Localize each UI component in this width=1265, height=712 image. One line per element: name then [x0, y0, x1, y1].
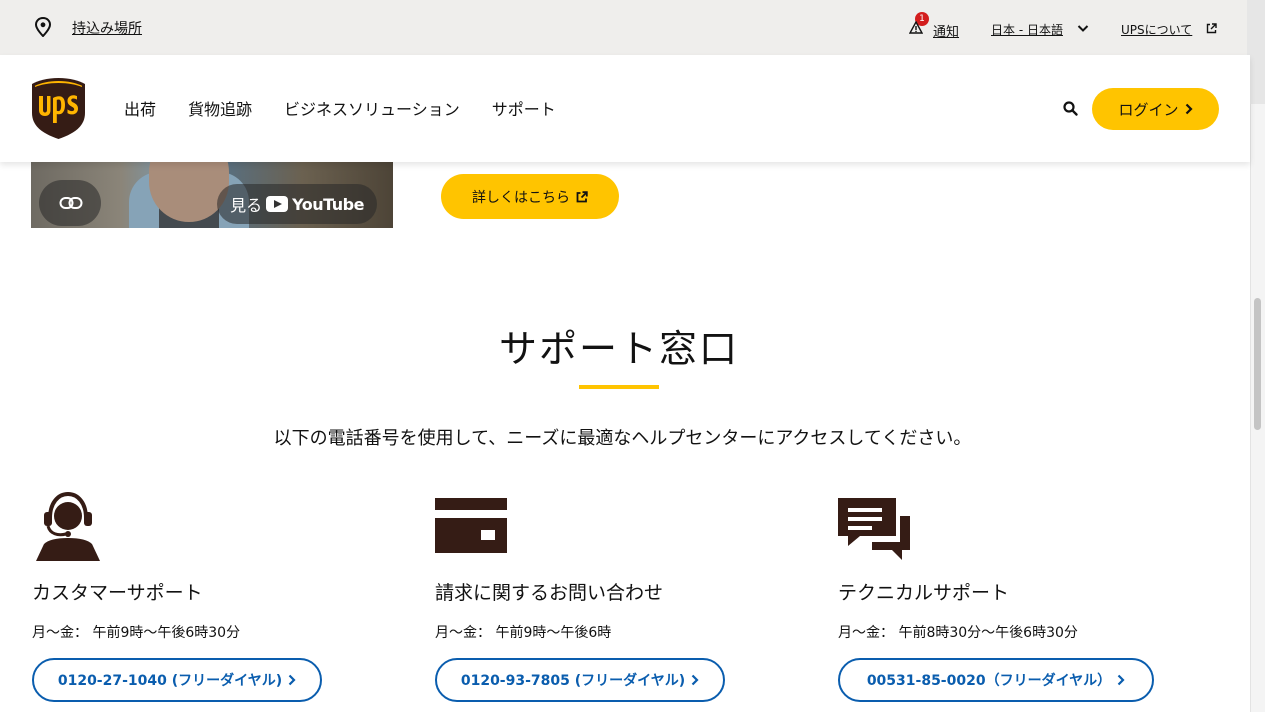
credit-card-icon: [435, 498, 507, 553]
headset-agent-icon: [36, 491, 100, 561]
card-title: テクニカルサポート: [838, 582, 1010, 604]
chevron-right-icon: [1117, 674, 1125, 686]
chat-bubbles-icon: [838, 498, 910, 560]
phone-number: 0120-27-1040 (フリーダイヤル): [57, 673, 283, 689]
copy-link-button[interactable]: [39, 180, 101, 226]
learn-more-button[interactable]: 詳しくはこちら: [441, 174, 619, 219]
nav-item-business-solutions[interactable]: ビジネスソリューション: [284, 96, 460, 120]
phone-button-customer[interactable]: 0120-27-1040 (フリーダイヤル): [32, 658, 322, 702]
card-hours: 月〜金： 午前9時〜午後6時: [435, 625, 612, 641]
card-title: 請求に関するお問い合わせ: [435, 582, 664, 604]
utility-bar: 持込み場所 1 通知 日本 - 日本語 UPSについて: [0, 0, 1250, 55]
support-card-customer: カスタマーサポート 月〜金： 午前9時〜午後6時30分 0120-27-1040…: [32, 488, 392, 712]
nav-item-shipping[interactable]: 出荷: [124, 96, 156, 120]
nav-item-tracking[interactable]: 貨物追跡: [188, 96, 252, 120]
drop-off-location-link[interactable]: 持込み場所: [72, 18, 142, 38]
link-icon: [59, 197, 83, 209]
video-thumbnail[interactable]: 見る YouTube: [31, 162, 393, 228]
phone-number: 0120-93-7805 (フリーダイヤル): [460, 673, 686, 689]
login-button-label: ログイン: [1118, 100, 1179, 119]
chevron-down-icon[interactable]: [1077, 24, 1089, 33]
ups-logo[interactable]: [31, 77, 86, 140]
support-card-technical: テクニカルサポート 月〜金： 午前8時30分〜午後6時30分 00531-85-…: [838, 488, 1198, 712]
watch-label: 見る: [230, 196, 263, 215]
title-underline: [579, 385, 659, 389]
external-link-icon: [1206, 23, 1217, 34]
phone-button-technical[interactable]: 00531-85-0020（フリーダイヤル）: [838, 658, 1154, 702]
youtube-icon: [266, 196, 289, 212]
watch-on-youtube-button[interactable]: 見る YouTube: [217, 184, 377, 224]
about-ups-link[interactable]: UPSについて: [1121, 21, 1192, 38]
chevron-right-icon: [288, 674, 296, 686]
card-hours: 月〜金： 午前9時〜午後6時30分: [32, 625, 241, 641]
main-nav: 出荷 貨物追跡 ビジネスソリューション サポート: [124, 96, 588, 120]
learn-more-label: 詳しくはこちら: [472, 189, 570, 206]
nav-item-support[interactable]: サポート: [492, 96, 556, 120]
chevron-right-icon: [691, 674, 699, 686]
section-title: サポート窓口: [498, 327, 739, 371]
search-icon[interactable]: [1062, 100, 1080, 118]
login-button[interactable]: ログイン: [1092, 88, 1219, 130]
phone-number: 00531-85-0020（フリーダイヤル）: [866, 673, 1112, 689]
chevron-right-icon: [1185, 103, 1193, 115]
location-pin-icon: [34, 17, 52, 37]
phone-button-billing[interactable]: 0120-93-7805 (フリーダイヤル): [435, 658, 725, 702]
youtube-wordmark: YouTube: [292, 194, 364, 214]
card-hours: 月〜金： 午前8時30分〜午後6時30分: [838, 625, 1078, 641]
main-header: 出荷 貨物追跡 ビジネスソリューション サポート ログイン: [0, 55, 1250, 162]
scrollbar-thumb[interactable]: [1254, 298, 1261, 430]
language-selector[interactable]: 日本 - 日本語: [991, 21, 1063, 38]
external-link-icon: [576, 190, 588, 202]
support-card-billing: 請求に関するお問い合わせ 月〜金： 午前9時〜午後6時 0120-93-7805…: [435, 488, 795, 712]
card-title: カスタマーサポート: [32, 582, 203, 604]
section-intro: 以下の電話番号を使用して、ニーズに最適なヘルプセンターにアクセスしてください。: [273, 428, 972, 449]
warning-icon: [909, 21, 923, 34]
alerts-label: 通知: [933, 25, 960, 40]
